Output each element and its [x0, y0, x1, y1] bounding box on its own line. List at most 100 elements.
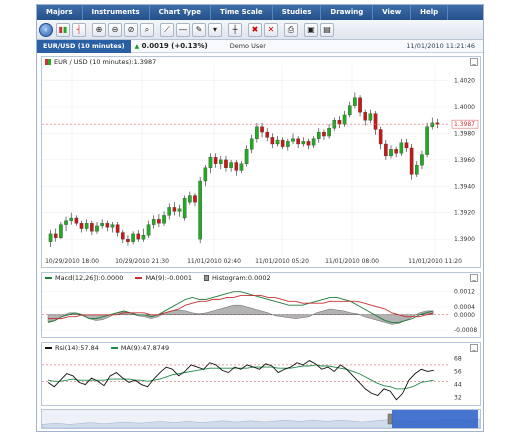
candle-body: [172, 207, 177, 212]
candle-body: [244, 149, 249, 164]
candle-body: [275, 139, 280, 145]
menu-drawing[interactable]: Drawing: [321, 5, 374, 20]
candle-body: [337, 120, 342, 125]
charting-app: Majors Instruments Chart Type Time Scale…: [36, 4, 484, 432]
zoom-in-icon[interactable]: ⊕: [92, 22, 106, 37]
delete-icon[interactable]: ✖: [248, 22, 262, 37]
price-chart[interactable]: 1.4020 1.4000 1.3980 1.3960 1.3940 1.3920 1.39…: [42, 66, 480, 267]
candlestick-icon[interactable]: ▮ ▮: [56, 22, 70, 37]
candle-body: [177, 208, 182, 212]
minimize-icon[interactable]: _: [470, 274, 478, 282]
candle-body: [141, 235, 146, 240]
candle-body: [347, 105, 352, 116]
candle-body: [188, 195, 192, 203]
print-icon[interactable]: ⎙: [284, 22, 298, 37]
candle-body: [69, 217, 74, 221]
price-change: ▲ 0.0019 (+0.13%): [135, 42, 208, 50]
rsi-ma-label: MA(9):47.8749: [120, 343, 170, 352]
menu-studies[interactable]: Studies: [273, 5, 322, 20]
save-icon[interactable]: ▣: [304, 22, 318, 37]
candle-body: [286, 141, 290, 147]
price-y-tick: 1.3980: [454, 130, 475, 137]
candle-body: [203, 167, 208, 182]
export-icon[interactable]: ▤: [320, 22, 334, 37]
candle-body: [90, 223, 94, 232]
price-x-tick: 11/01/2010 05:20: [255, 258, 309, 265]
candle-body: [151, 219, 156, 225]
candle-body: [301, 141, 306, 145]
menu-majors[interactable]: Majors: [37, 5, 83, 20]
macd-chart[interactable]: 0.0012 0.00040.0000 -0.0008: [42, 282, 480, 337]
back-icon[interactable]: ‹: [39, 22, 53, 37]
rsi-y-tick: 68: [454, 355, 462, 362]
histogram-legend: Histogram:0.0002: [204, 274, 271, 282]
zoom-fit-icon[interactable]: ⌕: [140, 22, 154, 37]
candle-body: [229, 162, 233, 168]
minimize-icon[interactable]: _: [470, 344, 478, 352]
symbol-tab[interactable]: EUR/USD (10 minutes): [37, 39, 131, 53]
price-x-tick: 11/01/2010 11:20: [408, 258, 462, 265]
candle-body: [368, 113, 373, 121]
candle-body: [115, 224, 120, 233]
menu-help[interactable]: Help: [411, 5, 449, 20]
candle-body: [342, 114, 347, 125]
eraser-icon[interactable]: ▾: [208, 22, 222, 37]
candle-legend-icon: [45, 58, 51, 65]
horizontal-line-icon[interactable]: ―: [176, 22, 190, 37]
macd-pane: Macd(12,26]):0.0000 MA(9):-0.0001 Histog…: [41, 272, 481, 338]
pencil-icon[interactable]: ✎: [192, 22, 206, 37]
rsi-ma-legend: MA(9):47.8749: [110, 343, 170, 352]
candle-body: [420, 154, 424, 166]
macd-y-tick: 0.0012: [454, 289, 475, 296]
rsi-pane: Rsi(14):57.84 MA(9):47.8749 _ 68 56 44 32: [41, 342, 481, 406]
trend-line-icon[interactable]: ⟋: [160, 22, 174, 37]
price-y-tick: 1.3940: [454, 183, 475, 190]
candle-body: [389, 149, 393, 157]
candle-body: [363, 112, 368, 121]
zoom-reset-icon[interactable]: ⊘: [124, 22, 138, 37]
candle-body: [182, 198, 187, 219]
menu-instruments[interactable]: Instruments: [83, 5, 150, 20]
candle-body: [322, 131, 326, 137]
candle-body: [265, 131, 270, 138]
candle-body: [157, 219, 161, 224]
candle-body: [120, 232, 125, 240]
menu-bar: Majors Instruments Chart Type Time Scale…: [37, 5, 483, 20]
up-arrow-icon: ▲: [134, 43, 140, 50]
candle-body: [255, 126, 259, 139]
candle-body: [131, 233, 135, 242]
candle-body: [95, 225, 99, 232]
price-y-tick: 1.3900: [454, 236, 475, 243]
candle-body: [425, 126, 429, 155]
candle-body: [404, 142, 409, 149]
rsi-y-tick: 56: [454, 368, 462, 375]
menu-view[interactable]: View: [373, 5, 412, 20]
time-navigator[interactable]: [41, 409, 481, 429]
histogram-label: Histogram:0.0002: [212, 273, 271, 282]
price-x-tick: 10/29/2010 21:30: [115, 258, 169, 265]
candle-body: [291, 138, 295, 142]
minimize-icon[interactable]: _: [470, 58, 478, 66]
menu-chart-type[interactable]: Chart Type: [150, 5, 211, 20]
rsi-chart[interactable]: 68 56 44 32: [42, 352, 480, 405]
navigator-chart[interactable]: [41, 410, 481, 429]
candle-body: [162, 215, 166, 224]
candle-body: [84, 223, 89, 229]
candle-body: [327, 127, 331, 137]
current-datetime: 11/01/2010 11:21:46: [406, 42, 475, 50]
zoom-out-icon[interactable]: ⊖: [108, 22, 122, 37]
delete-all-icon[interactable]: ✕: [264, 22, 278, 37]
info-bar: EUR/USD (10 minutes) ▲ 0.0019 (+0.13%) D…: [37, 39, 483, 53]
candle-body: [234, 162, 239, 171]
candle-body: [316, 131, 321, 139]
candle-body: [224, 159, 228, 168]
candle-body: [260, 126, 264, 133]
macd-y-tick: 0.0004: [454, 304, 475, 311]
candle-body: [394, 149, 398, 154]
candle-body: [213, 157, 218, 164]
menu-time-scale[interactable]: Time Scale: [211, 5, 273, 20]
crosshair-icon[interactable]: ┼: [228, 22, 242, 37]
candle-body: [79, 223, 84, 229]
ohlc-bar-icon[interactable]: ┤: [72, 22, 86, 37]
candle-body: [193, 195, 197, 203]
